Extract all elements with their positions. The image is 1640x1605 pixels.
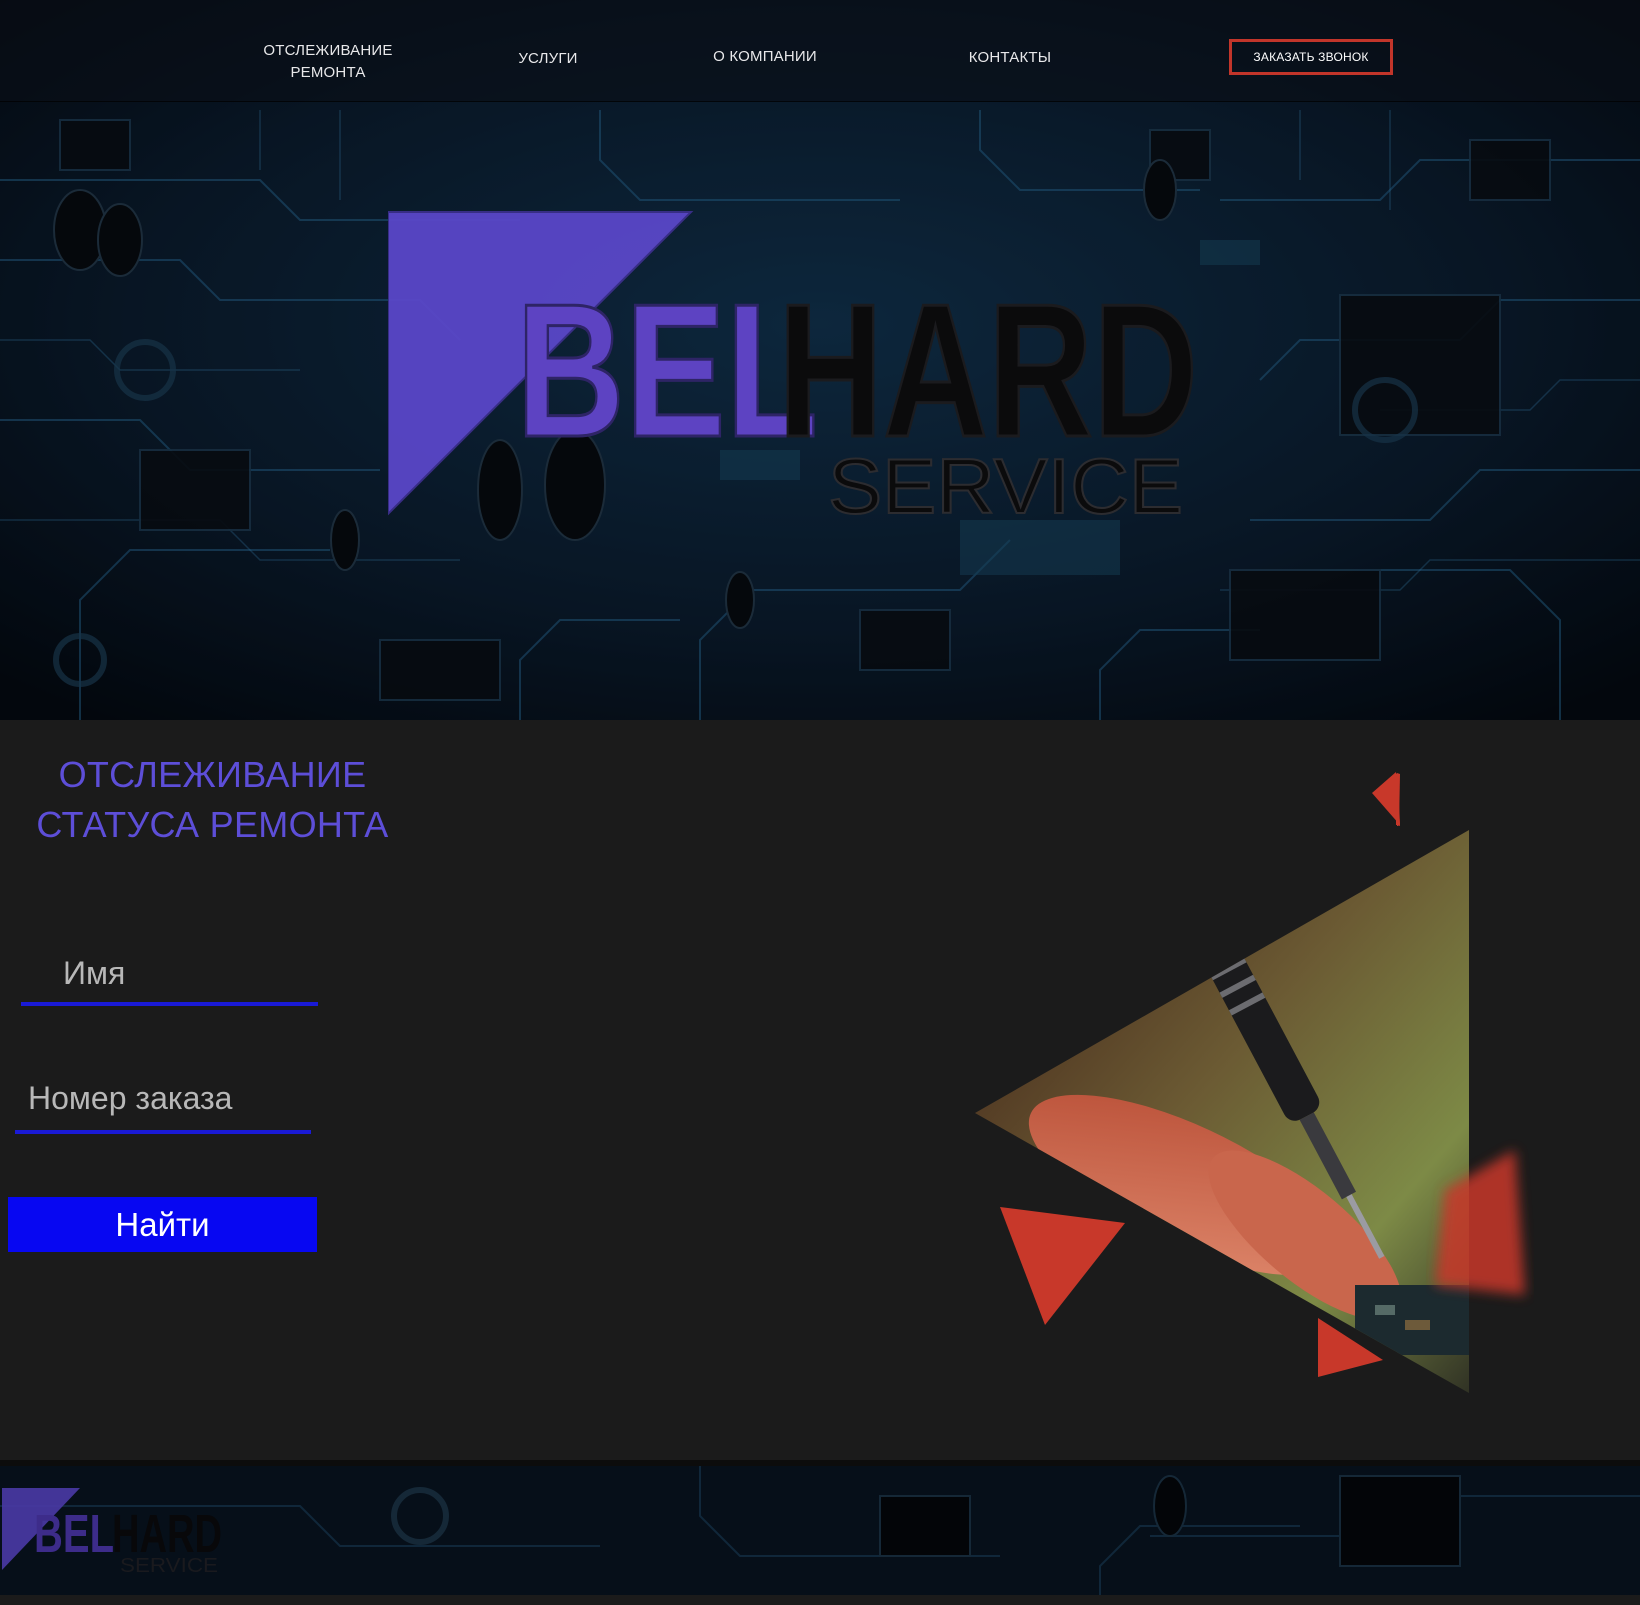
nav-link-repair-tracking[interactable]: ОТСЛЕЖИВАНИЕ РЕМОНТА	[248, 40, 408, 84]
name-input-underline	[21, 1002, 318, 1006]
tracking-title: ОТСЛЕЖИВАНИЕ СТАТУСА РЕМОНТА	[36, 754, 389, 845]
nav-link-contacts[interactable]: КОНТАКТЫ	[955, 47, 1065, 69]
logo-text-bel: BEL	[516, 265, 818, 477]
name-input[interactable]: Имя	[63, 955, 125, 992]
logo-text-service: SERVICE	[828, 442, 1183, 528]
order-number-input[interactable]: Номер заказа	[28, 1080, 232, 1117]
top-navigation-bar: ОТСЛЕЖИВАНИЕ РЕМОНТА УСЛУГИ О КОМПАНИИ К…	[0, 0, 1640, 102]
footer-logo-text-service: SERVICE	[120, 1555, 218, 1576]
footer-logo-text-bel: BEL	[34, 1504, 114, 1564]
find-button[interactable]: Найти	[8, 1197, 317, 1252]
nav-link-services[interactable]: УСЛУГИ	[498, 48, 598, 70]
hero-section: ОТСЛЕЖИВАНИЕ РЕМОНТА УСЛУГИ О КОМПАНИИ К…	[0, 0, 1640, 720]
nav-link-repair-tracking-label: ОТСЛЕЖИВАНИЕ РЕМОНТА	[263, 42, 393, 81]
footer-logo: BEL HARD SERVICE	[2, 1488, 222, 1576]
repair-illustration	[975, 772, 1525, 1393]
nav-link-about-company[interactable]: О КОМПАНИИ	[700, 46, 830, 68]
order-number-input-underline	[15, 1130, 311, 1134]
order-call-button[interactable]: ЗАКАЗАТЬ ЗВОНОК	[1229, 39, 1393, 75]
footer-circuit-background	[0, 1466, 1640, 1595]
belhard-service-logo: BEL HARD SERVICE	[388, 211, 1200, 528]
footer: BEL HARD SERVICE	[0, 1466, 1640, 1595]
